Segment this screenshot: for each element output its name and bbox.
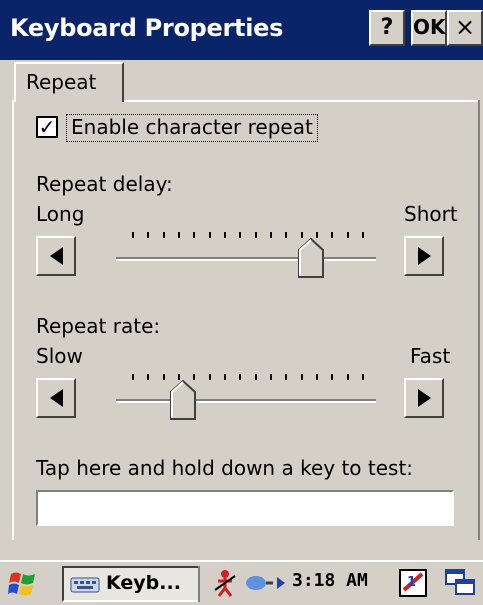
slider-tick <box>300 374 303 380</box>
tab-repeat[interactable]: Repeat <box>14 62 124 102</box>
taskbar-task-label: Keyb... <box>106 572 181 594</box>
repeat-delay-label: Repeat delay: <box>36 172 173 196</box>
slider-tick <box>331 374 334 380</box>
delay-short-label: Short <box>404 202 458 226</box>
slider-track <box>116 257 376 261</box>
slider-track <box>116 399 376 403</box>
slider-tick <box>224 374 226 380</box>
rate-fast-label: Fast <box>410 344 451 368</box>
test-input[interactable] <box>36 490 454 526</box>
test-label: Tap here and hold down a key to test: <box>36 456 414 480</box>
slider-tick <box>285 374 288 380</box>
slider-tick <box>346 232 349 238</box>
right-arrow-icon <box>417 247 431 265</box>
slider-tick <box>346 374 349 380</box>
slider-tick <box>270 232 272 238</box>
left-arrow-icon <box>49 389 63 407</box>
input-panel-icon[interactable]: 1 <box>398 568 430 598</box>
svg-text:1: 1 <box>407 575 416 590</box>
slider-tick <box>162 374 165 380</box>
slider-tick <box>132 374 134 380</box>
play-arrow-icon <box>277 577 285 589</box>
enable-repeat-label[interactable]: Enable character repeat <box>66 114 318 142</box>
help-button[interactable]: ? <box>369 10 405 46</box>
connection-icon[interactable] <box>244 570 274 596</box>
slider-tick <box>162 232 165 238</box>
slider-tick <box>208 232 211 238</box>
windows-flag-icon[interactable] <box>8 570 38 598</box>
delay-increase-button[interactable] <box>404 236 444 276</box>
slider-tick <box>270 374 272 380</box>
ok-button[interactable]: OK <box>411 10 447 46</box>
delay-decrease-button[interactable] <box>36 236 76 276</box>
slider-tick <box>224 232 226 238</box>
check-icon: ✓ <box>38 115 56 139</box>
slider-tick <box>147 232 150 238</box>
slider-tick <box>147 374 150 380</box>
slider-thumb[interactable] <box>169 380 196 420</box>
desktop-icon[interactable] <box>444 568 478 598</box>
slider-tick <box>254 232 257 238</box>
slider-tick <box>193 232 196 238</box>
slider-tick <box>362 232 364 238</box>
repeat-delay-slider[interactable] <box>116 232 376 282</box>
slider-tick <box>132 232 134 238</box>
slider-tick <box>239 374 242 380</box>
slider-tick <box>285 232 288 238</box>
slider-tick <box>178 232 180 238</box>
left-arrow-icon <box>49 247 63 265</box>
title-bar: Keyboard Properties ? OK × <box>0 0 483 60</box>
rate-decrease-button[interactable] <box>36 378 76 418</box>
slider-tick <box>254 374 257 380</box>
panel-edge <box>478 100 480 540</box>
close-button[interactable]: × <box>447 10 483 46</box>
clock[interactable]: 3:18 AM <box>292 570 368 591</box>
slider-ticks <box>132 374 364 382</box>
slider-thumb[interactable] <box>298 238 325 278</box>
window-title: Keyboard Properties <box>10 14 284 42</box>
slider-tick <box>331 232 334 238</box>
enable-repeat-checkbox[interactable]: ✓ <box>36 116 58 138</box>
delay-long-label: Long <box>36 202 85 226</box>
right-arrow-icon <box>417 389 431 407</box>
slider-tick <box>362 374 364 380</box>
keyboard-icon <box>70 577 100 593</box>
slider-ticks <box>132 232 364 240</box>
repeat-rate-slider[interactable] <box>116 374 376 424</box>
taskbar-keyboard-button[interactable]: Keyb... <box>62 566 200 602</box>
slider-tick <box>239 232 242 238</box>
slider-tick <box>208 374 211 380</box>
taskbar: Keyb... 3:18 AM 1 <box>0 560 483 605</box>
network-disconnected-icon[interactable] <box>210 568 240 598</box>
repeat-rate-label: Repeat rate: <box>36 314 161 338</box>
slider-tick <box>316 374 318 380</box>
rate-increase-button[interactable] <box>404 378 444 418</box>
rate-slow-label: Slow <box>36 344 83 368</box>
